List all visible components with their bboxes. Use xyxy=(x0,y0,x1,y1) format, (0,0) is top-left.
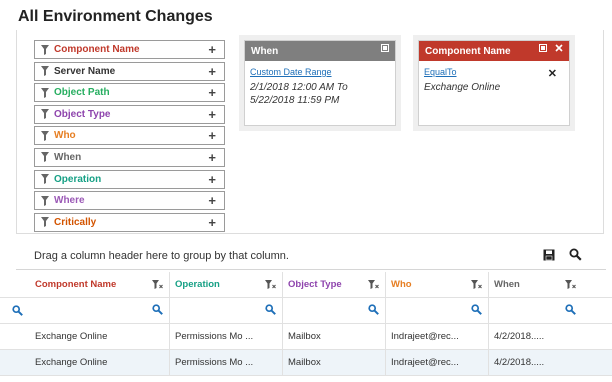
when-date-to: 5/22/2018 11:59 PM xyxy=(250,95,340,106)
filter-item-label: Object Type xyxy=(54,108,111,120)
search-icon[interactable] xyxy=(565,304,576,318)
column-search-input[interactable] xyxy=(30,298,170,323)
table-cell: 4/2/2018..... xyxy=(494,357,545,368)
filter-item[interactable]: Where + xyxy=(34,191,225,211)
minimize-icon[interactable] xyxy=(539,44,547,55)
component-card-header: Component Name xyxy=(419,41,569,61)
group-by-bar[interactable]: Drag a column header here to group by th… xyxy=(16,242,606,270)
plus-icon[interactable]: + xyxy=(208,193,216,209)
table-cell: Mailbox xyxy=(283,324,386,349)
table-row[interactable]: Exchange Online Permissions Mo ... Mailbox… xyxy=(0,324,612,350)
component-filter-value: Exchange Online xyxy=(424,82,501,93)
filter-list: Component Name + Server Name + Object Pa… xyxy=(34,40,225,234)
table-cell: Indrajeet@rec... xyxy=(386,324,489,349)
column-filter-icon[interactable] xyxy=(471,280,482,293)
table-cell: 4/2/2018..... xyxy=(494,331,545,342)
filter-item[interactable]: Operation + xyxy=(34,169,225,189)
filter-item[interactable]: When + xyxy=(34,147,225,167)
component-card-title: Component Name xyxy=(425,45,511,57)
table-row[interactable]: Exchange Online Permissions Mo ... Mailbox… xyxy=(0,350,612,376)
table-cell: Indrajeet@rec... xyxy=(386,350,489,375)
table-cell: Permissions Mo ... xyxy=(170,324,283,349)
search-icon[interactable] xyxy=(152,304,163,318)
grid-search-row xyxy=(0,298,612,324)
column-filter-icon[interactable] xyxy=(152,280,163,293)
search-icon[interactable] xyxy=(471,304,482,318)
search-icon[interactable] xyxy=(569,248,582,266)
when-date-from: 2/1/2018 12:00 AM To xyxy=(250,82,348,93)
filter-item-label: Server Name xyxy=(54,65,116,77)
column-header-label: Component Name xyxy=(35,279,117,290)
plus-icon[interactable]: + xyxy=(208,85,216,101)
plus-icon[interactable]: + xyxy=(208,107,216,123)
table-cell: Permissions Mo ... xyxy=(170,350,283,375)
table-cell: Exchange Online xyxy=(30,324,170,349)
plus-icon[interactable]: + xyxy=(208,64,216,80)
group-by-hint: Drag a column header here to group by th… xyxy=(34,250,289,262)
filter-item[interactable]: Object Type + xyxy=(34,104,225,124)
filter-item-label: Critically xyxy=(54,216,97,228)
plus-icon[interactable]: + xyxy=(208,172,216,188)
component-filter-card: Component Name EqualTo Exchange Online ✕ xyxy=(418,40,570,126)
column-header[interactable]: Operation xyxy=(170,272,283,297)
column-header[interactable]: Object Type xyxy=(283,272,386,297)
filter-item-label: When xyxy=(54,151,82,163)
page-title: All Environment Changes xyxy=(18,8,213,25)
when-filter-card: When Custom Date Range 2/1/2018 12:00 AM… xyxy=(244,40,396,126)
search-icon[interactable] xyxy=(0,305,30,316)
when-date-range: 2/1/2018 12:00 AM To 5/22/2018 11:59 PM xyxy=(250,81,390,107)
funnel-icon xyxy=(38,66,52,77)
filter-item[interactable]: Critically + xyxy=(34,212,225,232)
funnel-icon xyxy=(38,195,52,206)
filter-item-label: Operation xyxy=(54,173,102,185)
filter-item[interactable]: Component Name + xyxy=(34,40,225,59)
column-header-label: Operation xyxy=(175,279,220,290)
column-search-input[interactable] xyxy=(386,298,489,323)
filter-item-label: Component Name xyxy=(54,44,140,55)
changes-grid: Component Name Operation Object Type Who… xyxy=(0,272,612,376)
grid-header-row: Component Name Operation Object Type Who… xyxy=(0,272,612,298)
filter-item[interactable]: Who + xyxy=(34,126,225,146)
filter-item-label: Who xyxy=(54,130,76,142)
plus-icon[interactable]: + xyxy=(208,150,216,166)
equal-to-link[interactable]: EqualTo xyxy=(424,67,564,77)
funnel-icon xyxy=(38,109,52,120)
funnel-icon xyxy=(38,174,52,185)
funnel-icon xyxy=(38,130,52,141)
funnel-icon xyxy=(38,87,52,98)
search-icon[interactable] xyxy=(368,304,379,318)
filter-item[interactable]: Object Path + xyxy=(34,83,225,103)
when-card-title: When xyxy=(251,45,279,57)
plus-icon[interactable]: + xyxy=(208,128,216,144)
column-filter-icon[interactable] xyxy=(265,280,276,293)
table-cell: Mailbox xyxy=(283,350,386,375)
column-header[interactable]: Component Name xyxy=(30,272,170,297)
column-header-label: Who xyxy=(391,279,412,290)
minimize-icon[interactable] xyxy=(381,44,389,55)
funnel-icon xyxy=(38,152,52,163)
plus-icon[interactable]: + xyxy=(208,215,216,231)
column-search-input[interactable] xyxy=(283,298,386,323)
column-header-label: Object Type xyxy=(288,279,342,290)
column-filter-icon[interactable] xyxy=(565,280,576,293)
filter-item-label: Where xyxy=(54,195,85,207)
column-search-input[interactable] xyxy=(489,298,582,323)
when-card-header: When xyxy=(245,41,395,61)
column-header[interactable]: When xyxy=(489,272,582,297)
column-filter-icon[interactable] xyxy=(368,280,379,293)
funnel-icon xyxy=(38,44,52,55)
plus-icon[interactable]: + xyxy=(208,42,216,58)
filter-item-label: Object Path xyxy=(54,87,110,99)
filter-item[interactable]: Server Name + xyxy=(34,61,225,81)
column-search-input[interactable] xyxy=(170,298,283,323)
custom-date-range-link[interactable]: Custom Date Range xyxy=(250,67,390,77)
remove-filter-value-icon[interactable]: ✕ xyxy=(548,67,557,80)
save-icon[interactable] xyxy=(543,248,555,266)
column-header[interactable]: Who xyxy=(386,272,489,297)
table-cell: Exchange Online xyxy=(30,350,170,375)
funnel-icon xyxy=(38,217,52,228)
search-icon[interactable] xyxy=(265,304,276,318)
close-icon[interactable] xyxy=(555,44,563,55)
column-header-label: When xyxy=(494,279,520,290)
